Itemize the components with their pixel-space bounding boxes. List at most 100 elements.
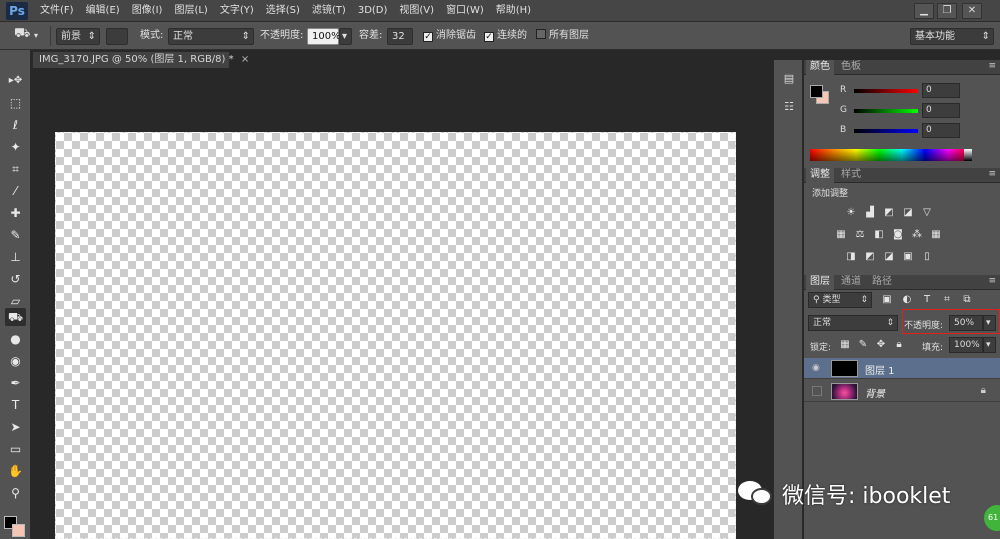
blue-slider[interactable] (854, 129, 918, 133)
magic-wand-tool-icon[interactable]: ✦ (5, 138, 26, 156)
filter-adjustment-icon[interactable]: ◐ (900, 294, 914, 306)
menu-select[interactable]: 选择(S) (260, 0, 306, 22)
tab-layers[interactable]: 图层 (806, 275, 834, 290)
blue-value-input[interactable]: 0 (922, 123, 960, 138)
tolerance-input[interactable]: 32 (387, 28, 413, 45)
rectangle-tool-icon[interactable]: ▭ (5, 440, 26, 458)
contiguous-checkbox[interactable]: ✓ 连续的 (484, 28, 527, 45)
visibility-off-box[interactable] (812, 386, 822, 396)
invert-icon[interactable]: ◨ (844, 251, 858, 263)
menu-layer[interactable]: 图层(L) (168, 0, 213, 22)
layer-filter-select[interactable]: ⚲ 类型 ⇕ (808, 292, 872, 308)
black-white-icon[interactable]: ◧ (872, 229, 886, 241)
layer-row-background[interactable]: 背景 🔒︎ (804, 381, 1000, 402)
lock-position-icon[interactable]: ✥ (874, 339, 888, 351)
close-button[interactable]: ✕ (962, 3, 982, 19)
menu-edit[interactable]: 编辑(E) (80, 0, 126, 22)
photo-filter-icon[interactable]: ◙ (891, 229, 905, 241)
panel-menu-icon[interactable]: ≡ (988, 61, 996, 71)
opacity-input[interactable]: 100% (307, 28, 341, 45)
eyedropper-tool-icon[interactable]: ⁄ (5, 182, 26, 200)
color-balance-icon[interactable]: ⚖ (853, 229, 867, 241)
lasso-tool-icon[interactable]: ℓ (5, 116, 26, 134)
menu-image[interactable]: 图像(I) (126, 0, 169, 22)
path-selection-tool-icon[interactable]: ➤ (5, 418, 26, 436)
tool-preset-chevron-icon[interactable]: ▾ (34, 28, 38, 45)
brightness-icon[interactable]: ☀ (844, 207, 858, 219)
layer-name[interactable]: 背景 (865, 385, 885, 400)
workspace-select[interactable]: 基本功能 ⇕ (910, 28, 994, 45)
channel-mixer-icon[interactable]: ⁂ (910, 229, 924, 241)
fill-chevron-icon[interactable]: ▾ (983, 337, 996, 353)
all-layers-checkbox[interactable]: 所有图层 (536, 28, 589, 45)
antialias-checkbox[interactable]: ✓ 消除锯齿 (423, 28, 476, 45)
filter-type-icon[interactable]: T (920, 294, 934, 306)
crop-tool-icon[interactable]: ⌗ (5, 160, 26, 178)
red-slider[interactable] (854, 89, 918, 93)
brush-tool-icon[interactable]: ✎ (5, 226, 26, 244)
blend-mode-select[interactable]: 正常 ⇕ (808, 315, 898, 331)
dodge-tool-icon[interactable]: ◉ (5, 352, 26, 370)
black-white-ramp[interactable] (964, 149, 972, 161)
menu-file[interactable]: 文件(F) (34, 0, 80, 22)
healing-brush-tool-icon[interactable]: ✚ (5, 204, 26, 222)
filter-smart-object-icon[interactable]: ⧉ (960, 294, 974, 306)
filter-shape-icon[interactable]: ⌗ (940, 294, 954, 306)
color-spectrum-ramp[interactable] (810, 149, 971, 161)
panel-menu-icon[interactable]: ≡ (988, 276, 996, 286)
move-tool-icon[interactable]: ▸✥ (5, 72, 26, 90)
menu-filter[interactable]: 滤镜(T) (306, 0, 352, 22)
pen-tool-icon[interactable]: ✒ (5, 374, 26, 392)
menu-view[interactable]: 视图(V) (393, 0, 440, 22)
minimize-button[interactable]: ▁ (914, 3, 934, 19)
menu-3d[interactable]: 3D(D) (352, 0, 394, 22)
curves-icon[interactable]: ◩ (882, 207, 896, 219)
green-value-input[interactable]: 0 (922, 103, 960, 118)
red-value-input[interactable]: 0 (922, 83, 960, 98)
green-slider[interactable] (854, 109, 918, 113)
fill-source-select[interactable]: 前景 ⇕ (56, 28, 100, 45)
history-brush-tool-icon[interactable]: ↺ (5, 270, 26, 288)
tab-styles[interactable]: 样式 (837, 168, 865, 183)
restore-button[interactable]: ❐ (937, 3, 957, 19)
marquee-tool-icon[interactable]: ⬚ (5, 94, 26, 112)
background-color-swatch[interactable] (12, 524, 25, 537)
zoom-tool-icon[interactable]: ⚲ (5, 484, 26, 502)
menu-type[interactable]: 文字(Y) (214, 0, 260, 22)
properties-panel-icon[interactable]: ☷ (779, 98, 799, 116)
tab-swatches[interactable]: 色板 (837, 60, 865, 75)
pattern-picker[interactable] (106, 28, 128, 45)
menu-help[interactable]: 帮助(H) (490, 0, 537, 22)
tab-paths[interactable]: 路径 (868, 275, 896, 290)
close-tab-icon[interactable]: × (241, 54, 249, 65)
tab-color[interactable]: 颜色 (806, 60, 834, 75)
transparent-canvas[interactable] (55, 132, 736, 539)
visibility-eye-icon[interactable]: ◉ (812, 363, 822, 373)
history-panel-icon[interactable]: ▤ (779, 70, 799, 88)
layer-row-layer1[interactable]: ◉ 图层 1 (804, 358, 1000, 379)
tab-adjustments[interactable]: 调整 (806, 168, 834, 183)
levels-icon[interactable]: ▟ (863, 207, 877, 219)
layer-name[interactable]: 图层 1 (865, 362, 895, 377)
hue-saturation-icon[interactable]: ▦ (834, 229, 848, 241)
document-tab[interactable]: IMG_3170.JPG @ 50% (图层 1, RGB/8) * × (32, 51, 249, 68)
menu-window[interactable]: 窗口(W) (440, 0, 490, 22)
color-lookup-icon[interactable]: ▦ (929, 229, 943, 241)
exposure-icon[interactable]: ◪ (901, 207, 915, 219)
lock-transparent-icon[interactable]: ▦ (838, 339, 852, 351)
threshold-icon[interactable]: ◪ (882, 251, 896, 263)
gradient-map-icon[interactable]: ▣ (901, 251, 915, 263)
blur-tool-icon[interactable]: ● (5, 330, 26, 348)
tab-channels[interactable]: 通道 (837, 275, 865, 290)
lock-image-icon[interactable]: ✎ (856, 339, 870, 351)
hand-tool-icon[interactable]: ✋ (5, 462, 26, 480)
foreground-color-swatch[interactable] (810, 85, 823, 98)
lock-all-icon[interactable]: 🔒︎ (892, 339, 906, 351)
paint-bucket-tool-icon[interactable]: ⛟ (5, 308, 26, 326)
mode-select[interactable]: 正常 ⇕ (168, 28, 254, 45)
opacity-chevron-icon[interactable]: ▾ (339, 28, 352, 45)
clone-stamp-tool-icon[interactable]: ⊥ (5, 248, 26, 266)
type-tool-icon[interactable]: T (5, 396, 26, 414)
selective-color-icon[interactable]: ▯ (920, 251, 934, 263)
filter-pixel-icon[interactable]: ▣ (880, 294, 894, 306)
